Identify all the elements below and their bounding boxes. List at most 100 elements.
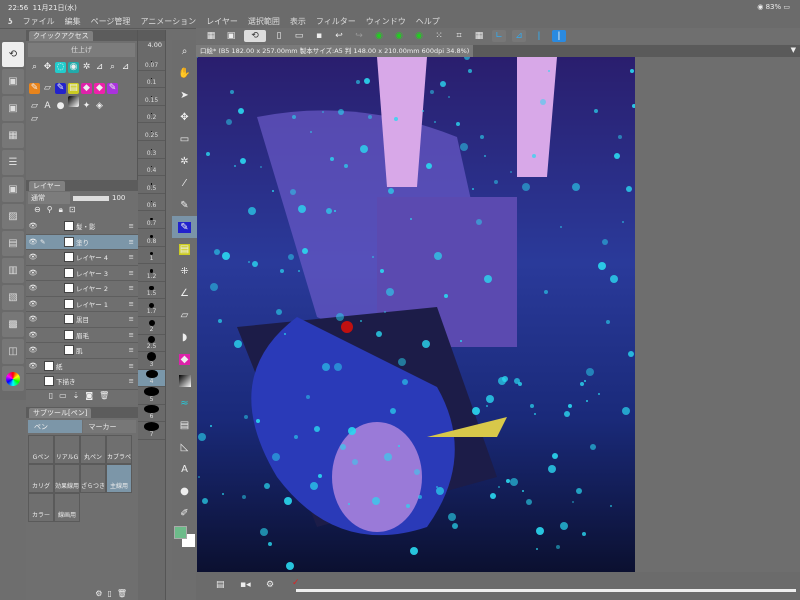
- brush-size-item[interactable]: 0.25: [138, 123, 165, 141]
- brush-size-item[interactable]: 0.2: [138, 106, 165, 124]
- layer-handle-icon[interactable]: ≡: [129, 253, 138, 261]
- layer-row[interactable]: 👁︎ 肌 ≡: [26, 343, 138, 359]
- frame-tool-icon[interactable]: ▤: [172, 414, 197, 436]
- subtool-group-marker[interactable]: マーカー: [82, 420, 136, 433]
- menu-file[interactable]: ファイル: [23, 16, 55, 27]
- hand-tool-icon[interactable]: ✋: [172, 62, 197, 84]
- subtool-group-pen[interactable]: ペン: [28, 420, 82, 433]
- brush-size-item[interactable]: 0.5: [138, 176, 165, 194]
- redo-icon[interactable]: ↪: [352, 30, 366, 42]
- page-icon[interactable]: ▣: [224, 30, 238, 42]
- panel-icon[interactable]: ▣: [2, 177, 24, 202]
- fill-icon[interactable]: ◆: [81, 83, 92, 94]
- eye-icon[interactable]: 👁︎: [26, 331, 40, 339]
- selection-tool-icon[interactable]: ▭: [172, 128, 197, 150]
- merge-icon[interactable]: ⇣: [73, 391, 86, 400]
- gradient-icon[interactable]: [68, 96, 79, 107]
- pen-pressure-icon[interactable]: ǀ: [532, 30, 546, 42]
- texture-icon[interactable]: ▦: [2, 123, 24, 148]
- eye-icon[interactable]: 👁︎: [26, 253, 40, 261]
- camera-icon[interactable]: ▪◂: [240, 580, 251, 590]
- lasso-icon[interactable]: ◌: [55, 62, 66, 73]
- brush-size-item[interactable]: 0.8: [138, 229, 165, 247]
- ref-icon[interactable]: ⚲: [47, 205, 59, 214]
- eraser-tool-icon[interactable]: ▱: [172, 304, 197, 326]
- clip-icon[interactable]: ⊖: [34, 205, 47, 214]
- layer-handle-icon[interactable]: ≡: [129, 222, 138, 230]
- brush-icon[interactable]: ▤: [68, 83, 79, 94]
- menu-edit[interactable]: 編集: [65, 16, 81, 27]
- layer-handle-icon[interactable]: ≡: [129, 331, 138, 339]
- brush-icon[interactable]: ✎: [107, 83, 118, 94]
- panel-icon[interactable]: ▣: [2, 69, 24, 94]
- layer-handle-icon[interactable]: ≡: [129, 315, 138, 323]
- mesh-icon[interactable]: ▦: [472, 30, 486, 42]
- subtool-item[interactable]: カラー: [28, 493, 54, 522]
- new-file-icon[interactable]: ▯: [272, 30, 286, 42]
- brush-size-item[interactable]: 2.5: [138, 335, 165, 353]
- pen-tool-icon[interactable]: ✎: [172, 194, 197, 216]
- open-icon[interactable]: ▭: [292, 30, 306, 42]
- layer-row[interactable]: 👁︎ レイヤー 3 ≡: [26, 266, 138, 281]
- brush-size-item[interactable]: 5: [138, 387, 165, 405]
- eye-icon[interactable]: 👁︎: [26, 284, 40, 292]
- layer-row[interactable]: 👁︎ ✎ 塗り ≡: [26, 234, 138, 250]
- film-icon[interactable]: ▤: [216, 580, 225, 590]
- subtool-item[interactable]: リアルG: [54, 435, 80, 464]
- layer-row[interactable]: 👁︎ 黒目 ≡: [26, 312, 138, 328]
- layer-row[interactable]: 下描き ≡: [26, 374, 138, 390]
- subtool-item[interactable]: ざらつき: [80, 464, 106, 493]
- menu-filter[interactable]: フィルター: [316, 16, 356, 27]
- menu-help[interactable]: ヘルプ: [416, 16, 440, 27]
- lock-alpha-icon[interactable]: ⊡: [69, 205, 82, 214]
- trash-icon[interactable]: 🗑︎: [117, 589, 132, 598]
- settings-icon[interactable]: ⚙: [266, 580, 274, 590]
- subtool-item[interactable]: カリグ: [28, 464, 54, 493]
- panel-icon[interactable]: ▩: [2, 312, 24, 337]
- panel-icon[interactable]: ▣: [2, 96, 24, 121]
- balloon-tool-icon[interactable]: ●: [172, 480, 197, 502]
- text-tool-icon[interactable]: A: [172, 458, 197, 480]
- panel-icon[interactable]: ▧: [2, 285, 24, 310]
- figure-tool-icon[interactable]: ≈: [172, 392, 197, 414]
- eyedropper-tool-icon[interactable]: ⁄: [172, 172, 197, 194]
- color-wheel-icon[interactable]: [2, 366, 24, 391]
- layer-row[interactable]: 👁︎ レイヤー 1 ≡: [26, 297, 138, 312]
- document-tab[interactable]: 口絵* (B5 182.00 x 257.00mm 製本サイズ:A5 判 148…: [196, 45, 474, 57]
- layer-row[interactable]: 👁︎ レイヤー 4 ≡: [26, 250, 138, 266]
- transform-icon[interactable]: ⌗: [452, 30, 466, 42]
- ruler-tool-icon[interactable]: ◺: [172, 436, 197, 458]
- decoration-tool-icon[interactable]: ∠: [172, 282, 197, 304]
- brush-size-item[interactable]: 2: [138, 317, 165, 335]
- layer-handle-icon[interactable]: ≡: [129, 284, 138, 292]
- eye-icon[interactable]: 👁︎: [26, 269, 40, 277]
- brush-size-item[interactable]: 1.5: [138, 282, 165, 300]
- operation-tool-icon[interactable]: ➤: [172, 84, 197, 106]
- layer-row[interactable]: 👁︎ 紙 ≡: [26, 359, 138, 374]
- eraser-icon[interactable]: ▱: [29, 101, 40, 112]
- eraser-icon[interactable]: ▱: [42, 83, 53, 94]
- brush-size-item[interactable]: 0.07: [138, 53, 165, 71]
- menu-window[interactable]: ウィンドウ: [366, 16, 406, 27]
- snap-special-icon[interactable]: ⊿: [512, 30, 526, 42]
- settings-icon[interactable]: ⚙: [95, 589, 107, 598]
- zoom-tool-icon[interactable]: ⌕: [172, 40, 197, 62]
- grid-view-icon[interactable]: ▦: [204, 30, 218, 42]
- lock-icon[interactable]: 🔒︎: [59, 205, 69, 214]
- opacity-value[interactable]: 100: [112, 194, 125, 202]
- brush-size-item[interactable]: 0.15: [138, 88, 165, 106]
- brush-size-item[interactable]: 6: [138, 404, 165, 423]
- menu-layer[interactable]: レイヤー: [206, 16, 238, 27]
- layer-handle-icon[interactable]: ≡: [129, 269, 138, 277]
- menu-selection[interactable]: 選択範囲: [248, 16, 280, 27]
- move-tool-icon[interactable]: ✥: [172, 106, 197, 128]
- fill-tool-icon[interactable]: ◆: [172, 348, 197, 370]
- subtool-item[interactable]: カブラペ: [106, 435, 132, 464]
- sparkle-icon[interactable]: ✦: [81, 101, 92, 112]
- correct-line-tool-icon[interactable]: ✐: [172, 502, 197, 524]
- brush-size-item[interactable]: 4: [138, 369, 165, 388]
- brush-size-item[interactable]: 1: [138, 247, 165, 265]
- pen-tool-active-icon[interactable]: ✎: [172, 216, 197, 238]
- blend-mode-select[interactable]: 通常: [28, 192, 70, 204]
- wand-icon[interactable]: ✲: [81, 62, 92, 73]
